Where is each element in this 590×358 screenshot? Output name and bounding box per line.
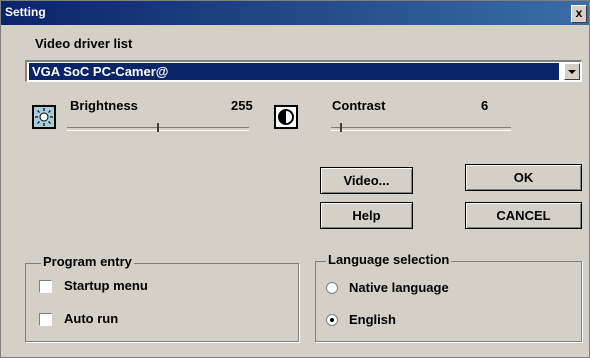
- brightness-slider[interactable]: [67, 121, 249, 135]
- contrast-label: Contrast: [332, 98, 386, 113]
- checkbox-box[interactable]: [39, 313, 52, 326]
- native-language-label: Native language: [349, 280, 449, 295]
- contrast-track: [331, 127, 511, 131]
- close-button[interactable]: x: [571, 5, 587, 23]
- cancel-button[interactable]: CANCEL: [465, 202, 582, 229]
- help-button[interactable]: Help: [320, 202, 413, 229]
- video-driver-label: Video driver list: [35, 36, 133, 51]
- startup-menu-checkbox[interactable]: Startup menu: [37, 277, 237, 295]
- english-label: English: [349, 312, 396, 327]
- video-button[interactable]: Video...: [320, 167, 413, 194]
- window-title: Setting: [5, 5, 46, 19]
- program-entry-group: [25, 263, 299, 342]
- native-language-radio[interactable]: Native language: [324, 279, 544, 297]
- brightness-value: 255: [231, 98, 253, 113]
- video-driver-selected: VGA SoC PC-Camer@: [29, 63, 559, 80]
- contrast-slider[interactable]: [331, 121, 511, 135]
- radio-button[interactable]: [326, 282, 338, 294]
- language-selection-group: [315, 261, 582, 342]
- sun-icon: [34, 107, 54, 127]
- program-entry-legend: Program entry: [41, 254, 134, 269]
- auto-run-label: Auto run: [64, 311, 119, 326]
- contrast-icon: [276, 107, 296, 127]
- startup-menu-label: Startup menu: [64, 278, 148, 293]
- brightness-thumb[interactable]: [157, 123, 159, 132]
- radio-button[interactable]: [326, 314, 338, 326]
- brightness-label: Brightness: [70, 98, 138, 113]
- contrast-thumb[interactable]: [340, 123, 342, 132]
- english-radio[interactable]: English: [324, 311, 544, 329]
- settings-dialog: Setting x Video driver list VGA SoC PC-C…: [0, 0, 590, 358]
- chevron-down-icon: [568, 70, 576, 74]
- video-driver-select[interactable]: VGA SoC PC-Camer@: [25, 60, 582, 82]
- brightness-icon-box: [32, 105, 56, 129]
- language-selection-legend: Language selection: [326, 252, 452, 267]
- dropdown-button[interactable]: [564, 63, 580, 80]
- contrast-icon-box: [274, 105, 298, 129]
- ok-button[interactable]: OK: [465, 164, 582, 191]
- auto-run-checkbox[interactable]: Auto run: [37, 310, 237, 328]
- checkbox-box[interactable]: [39, 280, 52, 293]
- close-icon: x: [575, 6, 583, 20]
- radio-selected-dot: [330, 318, 334, 322]
- contrast-value: 6: [481, 98, 489, 113]
- title-bar[interactable]: Setting x: [1, 1, 589, 25]
